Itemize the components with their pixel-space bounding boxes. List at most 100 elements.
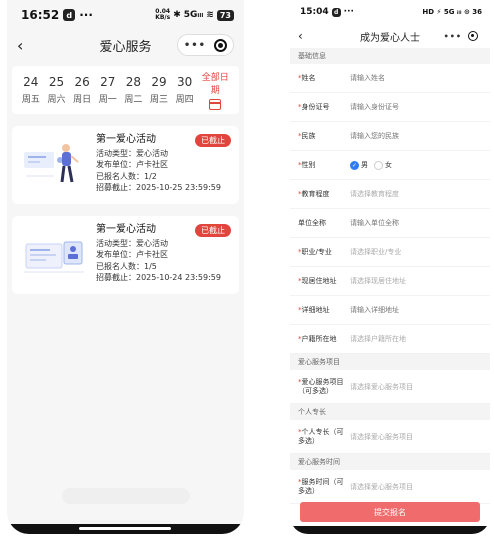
ethnic-input[interactable] xyxy=(350,132,470,140)
status-bar: 15:04 d ··· HD ⚡ 5G ᵢₗₗ ⊙ 36 xyxy=(290,0,490,24)
field-label: *教育程度 xyxy=(298,189,330,198)
miniprogram-capsule: ••• xyxy=(439,28,482,44)
activity-enrolled: 已报名人数：1/2 xyxy=(96,171,157,181)
activity-illustration xyxy=(20,134,88,196)
activity-card[interactable]: 第一爱心活动 活动类型：爱心活动 发布单位：卢卡社区 已报名人数：1/2 招募截… xyxy=(12,126,239,204)
bluetooth-icon: ✱ xyxy=(173,10,181,20)
volunteer-form-screen: 15:04 d ··· HD ⚡ 5G ᵢₗₗ ⊙ 36 ‹ 成为爱心人士 ••… xyxy=(290,0,490,534)
detail-address-field[interactable]: *详细地址 xyxy=(290,296,490,325)
skills-field[interactable]: *个人专长（可多选） 请选择爱心服务项目 xyxy=(290,420,490,454)
field-label: *详细地址 xyxy=(298,305,330,314)
field-label: *民族 xyxy=(298,131,316,140)
app-notification-icon: d xyxy=(331,7,341,17)
home-indicator-area xyxy=(7,524,244,534)
back-icon[interactable]: ‹ xyxy=(298,29,318,43)
org-field[interactable]: 单位全称 xyxy=(290,209,490,238)
battery-icon: 73 xyxy=(216,9,234,21)
section-skills: 个人专长 xyxy=(290,404,490,420)
activity-card[interactable]: 第一爱心活动 活动类型：爱心活动 发布单位：卢卡社区 已报名人数：1/5 招募截… xyxy=(12,216,239,294)
occupation-field[interactable]: *职业/专业 请选择职业/专业 xyxy=(290,238,490,267)
miniprogram-capsule: ••• xyxy=(176,34,234,56)
service-time-field[interactable]: *服务时间（可多选） 请选择爱心服务项目 xyxy=(290,470,490,504)
activity-illustration xyxy=(20,224,88,286)
section-basic-info: 基础信息 xyxy=(290,48,490,64)
idcard-field[interactable]: *身份证号 xyxy=(290,93,490,122)
activity-deadline: 招募截止：2025-10-25 23:59:59 xyxy=(96,183,221,192)
status-indicators: HD ⚡ 5G ᵢₗₗ ⊙ 36 xyxy=(422,8,482,16)
wifi-icon: ≋ xyxy=(206,10,214,20)
nav-bar: ‹ 成为爱心人士 ••• xyxy=(290,24,490,48)
home-indicator-area xyxy=(290,526,490,534)
field-label: *职业/专业 xyxy=(298,247,332,256)
date-selector: 24 周五 25 周六 26 周日 27 周一 28 周二 29 周三 30 周四 全部日期 xyxy=(12,66,239,114)
activity-list-screen: 16:52 d ··· 0.04 KB/s ✱ 5Gᵢₗₗ ≋ 73 ‹ 爱心服务… xyxy=(7,0,244,534)
occupation-select[interactable]: 请选择职业/专业 xyxy=(350,247,401,257)
nav-bar: ‹ 爱心服务 ••• xyxy=(7,30,244,60)
more-icon[interactable]: ••• xyxy=(444,32,462,41)
field-label: *户籍所在地 xyxy=(298,334,337,343)
field-label: *爱心服务项目（可多选） xyxy=(298,377,344,395)
education-field[interactable]: *教育程度 请选择教育程度 xyxy=(290,180,490,209)
hukou-field[interactable]: *户籍所在地 请选择户籍所在地 xyxy=(290,325,490,354)
status-time: 15:04 xyxy=(300,7,329,17)
all-dates-button[interactable]: 全部日期 xyxy=(197,70,233,110)
date-item[interactable]: 29 周三 xyxy=(146,75,172,105)
section-service-time: 爱心服务时间 xyxy=(290,454,490,470)
status-badge: 已截止 xyxy=(195,134,231,147)
activity-type: 活动类型：爱心活动 xyxy=(96,238,168,248)
submit-button[interactable]: 提交报名 xyxy=(300,502,480,522)
date-item[interactable]: 27 周一 xyxy=(95,75,121,105)
field-label: *服务时间（可多选） xyxy=(298,477,344,495)
field-label: *身份证号 xyxy=(298,102,330,111)
female-radio[interactable] xyxy=(374,160,383,170)
service-items-field[interactable]: *爱心服务项目（可多选） 请选择爱心服务项目 xyxy=(290,370,490,404)
date-item[interactable]: 30 周四 xyxy=(172,75,198,105)
service-time-select[interactable]: 请选择爱心服务项目 xyxy=(350,482,413,492)
address-field[interactable]: *现居住地址 请选择现居住地址 xyxy=(290,267,490,296)
date-item[interactable]: 28 周二 xyxy=(121,75,147,105)
female-label[interactable]: 女 xyxy=(385,160,392,170)
address-select[interactable]: 请选择现居住地址 xyxy=(350,276,406,286)
section-service-items: 爱心服务项目 xyxy=(290,354,490,370)
date-item[interactable]: 24 周五 xyxy=(18,75,44,105)
date-item[interactable]: 26 周日 xyxy=(69,75,95,105)
field-label: *个人专长（可多选） xyxy=(298,427,344,445)
education-select[interactable]: 请选择教育程度 xyxy=(350,189,399,199)
more-notifications-icon: ··· xyxy=(343,7,354,17)
activity-enrolled: 已报名人数：1/5 xyxy=(96,261,157,271)
idcard-input[interactable] xyxy=(350,103,470,111)
activity-type: 活动类型：爱心活动 xyxy=(96,148,168,158)
close-miniprogram-icon[interactable] xyxy=(214,38,227,52)
app-notification-icon: d xyxy=(63,9,76,21)
ethnic-field[interactable]: *民族 xyxy=(290,122,490,151)
male-label[interactable]: 男 xyxy=(361,160,368,170)
hukou-select[interactable]: 请选择户籍所在地 xyxy=(350,334,406,344)
male-radio[interactable]: ✓ xyxy=(350,160,359,170)
name-field[interactable]: *姓名 xyxy=(290,64,490,93)
date-item[interactable]: 25 周六 xyxy=(44,75,70,105)
field-label: *现居住地址 xyxy=(298,276,337,285)
status-time: 16:52 xyxy=(21,8,60,22)
detail-address-input[interactable] xyxy=(350,306,470,314)
all-dates-label: 全部日期 xyxy=(201,73,229,96)
calendar-icon xyxy=(209,99,222,110)
field-label: *姓名 xyxy=(298,73,316,82)
status-bar: 16:52 d ··· 0.04 KB/s ✱ 5Gᵢₗₗ ≋ 73 xyxy=(7,0,244,30)
gender-field: *性别 ✓ 男 女 xyxy=(290,151,490,180)
skills-select[interactable]: 请选择爱心服务项目 xyxy=(350,432,413,442)
org-input[interactable] xyxy=(350,219,470,227)
more-icon[interactable]: ••• xyxy=(184,40,206,51)
status-badge: 已截止 xyxy=(195,224,231,237)
home-indicator[interactable] xyxy=(79,527,171,530)
name-input[interactable] xyxy=(350,74,470,82)
activity-publisher: 发布单位：卢卡社区 xyxy=(96,160,168,169)
close-miniprogram-icon[interactable] xyxy=(468,31,478,41)
more-notifications-icon: ··· xyxy=(79,8,93,22)
back-icon[interactable]: ‹ xyxy=(17,36,37,55)
field-label: *性别 xyxy=(298,160,316,169)
activity-deadline: 招募截止：2025-10-24 23:59:59 xyxy=(96,273,221,282)
field-label: 单位全称 xyxy=(298,218,326,227)
network-speed: 0.04 KB/s xyxy=(155,8,171,21)
activity-publisher: 发布单位：卢卡社区 xyxy=(96,250,168,259)
service-items-select[interactable]: 请选择爱心服务项目 xyxy=(350,382,413,392)
